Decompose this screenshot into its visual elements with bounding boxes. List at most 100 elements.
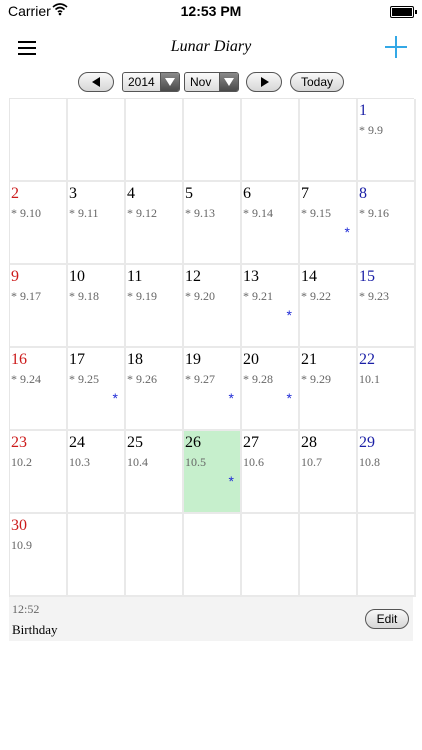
- calendar-day-cell[interactable]: 7 * 9.15 *: [300, 182, 358, 265]
- calendar-day-cell[interactable]: 5 * 9.13: [184, 182, 242, 265]
- calendar-empty-cell: [358, 514, 416, 597]
- calendar-empty-cell: [126, 99, 184, 182]
- lunar-date: * 9.24: [11, 372, 41, 386]
- calendar-day-cell[interactable]: 6 * 9.14: [242, 182, 300, 265]
- event-marker-icon: *: [228, 390, 234, 406]
- day-number: 8: [359, 185, 367, 202]
- calendar-day-cell[interactable]: 8 * 9.16: [358, 182, 416, 265]
- lunar-date: 10.4: [127, 455, 148, 469]
- day-number: 6: [243, 185, 251, 202]
- day-number: 22: [359, 351, 375, 368]
- day-number: 26: [185, 434, 201, 451]
- calendar-day-cell[interactable]: 4 * 9.12: [126, 182, 184, 265]
- day-number: 10: [69, 268, 85, 285]
- day-number: 18: [127, 351, 143, 368]
- calendar-day-cell[interactable]: 30 10.9: [10, 514, 68, 597]
- lunar-date: * 9.28: [243, 372, 273, 386]
- calendar-day-cell[interactable]: 29 10.8: [358, 431, 416, 514]
- calendar-day-cell[interactable]: 15 * 9.23: [358, 265, 416, 348]
- calendar-empty-cell: [10, 99, 68, 182]
- dropdown-arrow-icon: [160, 73, 179, 91]
- lunar-date: * 9.23: [359, 289, 389, 303]
- next-month-button[interactable]: [246, 72, 282, 92]
- lunar-date: * 9.21: [243, 289, 273, 303]
- day-number: 23: [11, 434, 27, 451]
- edit-button[interactable]: Edit: [365, 609, 409, 629]
- day-number: 21: [301, 351, 317, 368]
- nav-bar: Lunar Diary: [0, 24, 422, 70]
- day-number: 9: [11, 268, 19, 285]
- day-number: 30: [11, 517, 27, 534]
- lunar-date: 10.3: [69, 455, 90, 469]
- event-marker-icon: *: [112, 390, 118, 406]
- calendar-day-cell[interactable]: 16 * 9.24: [10, 348, 68, 431]
- calendar-empty-cell: [68, 99, 126, 182]
- lunar-date: * 9.26: [127, 372, 157, 386]
- calendar-empty-cell: [300, 99, 358, 182]
- day-number: 12: [185, 268, 201, 285]
- day-number: 15: [359, 268, 375, 285]
- lunar-date: * 9.18: [69, 289, 99, 303]
- calendar-day-cell[interactable]: 28 10.7: [300, 431, 358, 514]
- event-marker-icon: *: [228, 473, 234, 489]
- today-button[interactable]: Today: [290, 72, 344, 92]
- day-number: 4: [127, 185, 135, 202]
- calendar-empty-cell: [242, 99, 300, 182]
- event-marker-icon: *: [286, 307, 292, 323]
- day-number: 27: [243, 434, 259, 451]
- calendar-day-cell[interactable]: 22 10.1: [358, 348, 416, 431]
- calendar-day-cell[interactable]: 25 10.4: [126, 431, 184, 514]
- status-bar: Carrier 12:53 PM: [0, 0, 422, 24]
- calendar-day-cell[interactable]: 23 10.2: [10, 431, 68, 514]
- calendar-empty-cell: [126, 514, 184, 597]
- month-select[interactable]: Nov: [184, 72, 239, 92]
- lunar-date: 10.9: [11, 538, 32, 552]
- event-time: 12:52: [12, 602, 40, 616]
- calendar-day-cell[interactable]: 11 * 9.19: [126, 265, 184, 348]
- calendar-day-cell[interactable]: 9 * 9.17: [10, 265, 68, 348]
- dropdown-arrow-icon: [219, 73, 238, 91]
- lunar-date: * 9.11: [69, 206, 99, 220]
- prev-month-button[interactable]: [78, 72, 114, 92]
- day-number: 19: [185, 351, 201, 368]
- lunar-date: * 9.27: [185, 372, 215, 386]
- calendar-day-cell[interactable]: 1 * 9.9: [358, 99, 416, 182]
- arrow-right-icon: [261, 77, 269, 87]
- page-title: Lunar Diary: [170, 38, 252, 55]
- lunar-date: * 9.25: [69, 372, 99, 386]
- calendar-day-cell[interactable]: 14 * 9.22: [300, 265, 358, 348]
- lunar-date: * 9.9: [359, 123, 383, 137]
- calendar-day-cell[interactable]: 10 * 9.18: [68, 265, 126, 348]
- lunar-date: * 9.15: [301, 206, 331, 220]
- calendar-day-cell[interactable]: 12 * 9.20: [184, 265, 242, 348]
- calendar-day-cell[interactable]: 24 10.3: [68, 431, 126, 514]
- lunar-date: * 9.10: [11, 206, 41, 220]
- calendar-day-cell[interactable]: 20 * 9.28 *: [242, 348, 300, 431]
- year-select[interactable]: 2014: [122, 72, 180, 92]
- calendar-day-cell[interactable]: 27 10.6: [242, 431, 300, 514]
- event-detail-panel: 12:52 Birthday Edit: [9, 597, 413, 641]
- lunar-date: 10.2: [11, 455, 32, 469]
- calendar-day-cell[interactable]: 21 * 9.29: [300, 348, 358, 431]
- calendar-day-cell[interactable]: 17 * 9.25 *: [68, 348, 126, 431]
- day-number: 16: [11, 351, 27, 368]
- day-number: 3: [69, 185, 77, 202]
- lunar-date: 10.5: [185, 455, 206, 469]
- add-entry-icon[interactable]: [385, 36, 407, 58]
- day-number: 11: [127, 268, 143, 285]
- lunar-date: * 9.17: [11, 289, 41, 303]
- calendar-day-cell[interactable]: 26 10.5 *: [184, 431, 242, 514]
- calendar-day-cell[interactable]: 3 * 9.11: [68, 182, 126, 265]
- day-number: 17: [69, 351, 85, 368]
- calendar-empty-cell: [184, 99, 242, 182]
- lunar-date: 10.7: [301, 455, 322, 469]
- calendar-day-cell[interactable]: 13 * 9.21 *: [242, 265, 300, 348]
- day-number: 13: [243, 268, 259, 285]
- calendar-day-cell[interactable]: 18 * 9.26: [126, 348, 184, 431]
- event-marker-icon: *: [344, 224, 350, 240]
- calendar-grid: 1 * 9.9 2 * 9.10 3 * 9.11 4 * 9.12 5 * 9.13 6 * 9.1…: [9, 98, 416, 597]
- lunar-date: * 9.14: [243, 206, 273, 220]
- calendar-day-cell[interactable]: 19 * 9.27 *: [184, 348, 242, 431]
- arrow-left-icon: [92, 77, 100, 87]
- calendar-day-cell[interactable]: 2 * 9.10: [10, 182, 68, 265]
